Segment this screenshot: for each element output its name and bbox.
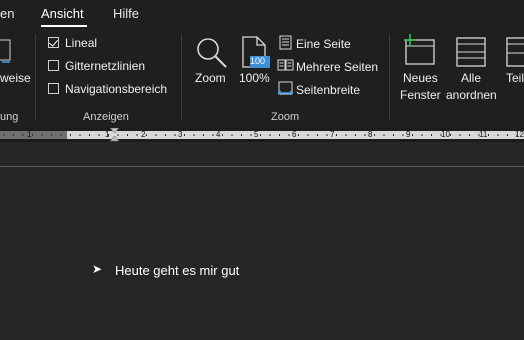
bullet-arrow-icon: ➤ [92,262,103,276]
split-icon [506,37,524,67]
gitternetzlinien-checkbox[interactable] [48,60,59,71]
seitenbreite-label: Seitenbreite [296,83,361,97]
one-page-icon [279,35,292,50]
ruler-number: 12 [515,130,524,139]
alle-anordnen-label-2: anordnen [446,88,497,102]
alle-anordnen-label-1: Alle [461,71,482,85]
navigationsbereich-checkbox[interactable] [48,83,59,94]
ruler-number: 7 [330,130,335,139]
lineal-checkbox[interactable] [48,37,59,48]
ruler-number: 2 [141,130,146,139]
navigationsbereich-label: Navigationsbereich [65,82,168,96]
ribbon-tab-bar: en Ansicht Hilfe [0,0,524,28]
gitternetzlinien-label: Gitternetzlinien [65,59,146,73]
ruler-number: 3 [178,130,183,139]
neues-fenster-label-1: Neues [403,71,438,85]
zoom-group-label: Zoom [271,111,300,123]
ruler-number: 10 [441,130,450,139]
zoom-100-badge: 100 [250,56,266,66]
eine-seite-label: Eine Seite [296,37,351,51]
magnifier-icon [197,38,227,68]
multiple-pages-icon [277,59,294,71]
group-separator [389,34,390,120]
anzeigen-group-label: Anzeigen [83,111,129,123]
tab-ansicht[interactable]: Ansicht [41,6,84,21]
ruler-number: 5 [254,130,259,139]
teilen-partial-label: Teil [506,71,524,85]
document-text-line[interactable]: Heute geht es mir gut [115,263,239,278]
ruler-number: 8 [368,130,373,139]
zoom-label: Zoom [195,71,226,85]
ruler-number: 4 [216,130,221,139]
ruler-number: 6 [292,130,297,139]
page-boundary-line [0,166,524,167]
views-partial-label: weise [0,71,31,85]
page-width-icon [277,81,294,96]
zoom-100-label: 100% [239,71,270,85]
neues-fenster-label-2: Fenster [400,88,441,102]
tab-hilfe[interactable]: Hilfe [113,6,139,21]
page-view-icon [0,39,11,63]
views-group-label: ung [0,111,19,123]
new-window-icon [404,34,435,65]
ruler-number: 1 [27,130,32,139]
ruler-number: 11 [479,130,488,139]
lineal-label: Lineal [65,36,98,50]
horizontal-ruler[interactable]: 1 1 2 3 4 5 6 7 8 9 10 11 12 [0,128,524,149]
ribbon: weise ung Lineal Gitternetzlinien Naviga… [0,28,524,128]
group-separator [35,34,36,120]
document-canvas[interactable]: ➤ Heute geht es mir gut [0,142,524,340]
group-separator [181,34,182,120]
arrange-all-icon [456,37,486,67]
active-tab-underline [41,25,87,27]
mehrere-seiten-label: Mehrere Seiten [296,60,379,74]
ruler-number: 9 [406,130,411,139]
tab-previous[interactable]: en [0,6,14,21]
